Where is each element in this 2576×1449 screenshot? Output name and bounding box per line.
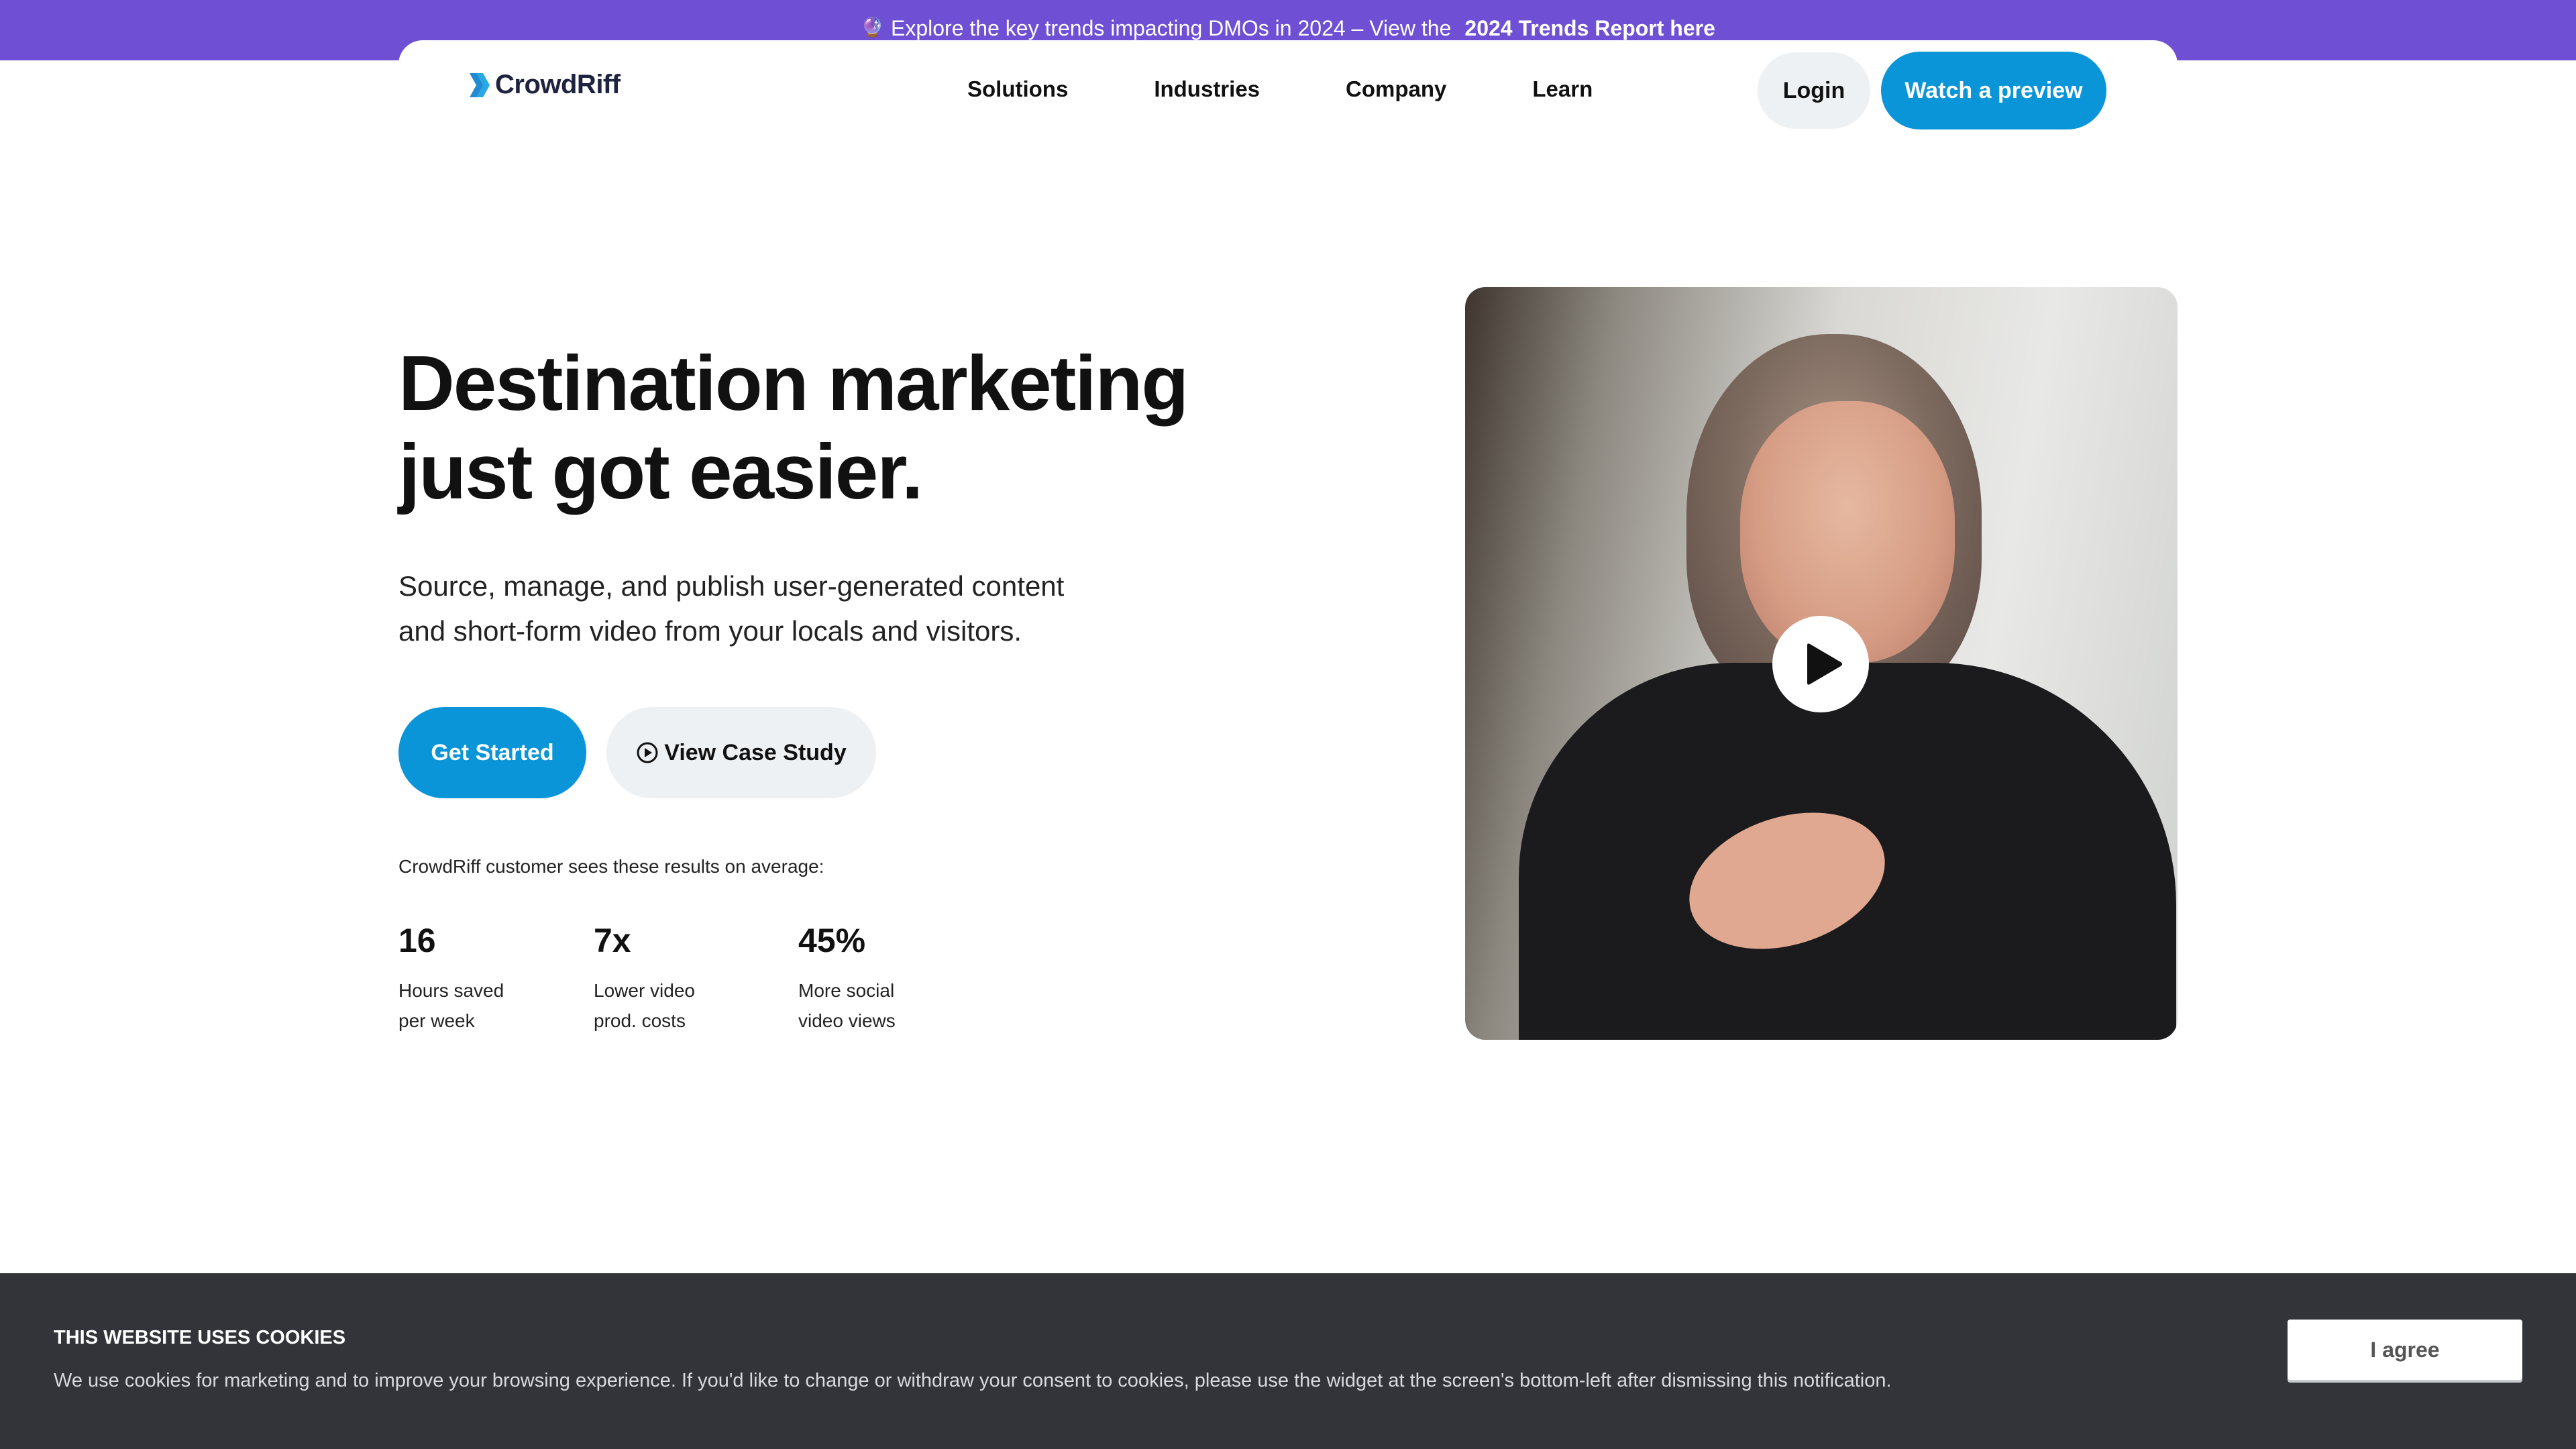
hero-title-line1: Destination marketing — [398, 339, 1189, 427]
stat-label-line1: Hours saved — [398, 980, 504, 1001]
nav-learn[interactable]: Learn — [1532, 76, 1593, 102]
cookie-agree-button[interactable]: I agree — [2288, 1320, 2522, 1380]
stat-label: Lower video prod. costs — [594, 975, 728, 1036]
logo[interactable]: CrowdRiff — [468, 70, 621, 100]
watch-preview-button[interactable]: Watch a preview — [1881, 52, 2106, 129]
crowdriff-logo-icon — [470, 72, 490, 97]
stat-label-line1: Lower video — [594, 980, 695, 1001]
stat-video-costs: 7x Lower video prod. costs — [594, 920, 728, 1036]
logo-text: CrowdRiff — [495, 70, 621, 99]
stat-label: More social video views — [798, 975, 932, 1036]
nav-industries[interactable]: Industries — [1154, 76, 1260, 102]
stat-hours-saved: 16 Hours saved per week — [398, 920, 533, 1036]
stat-value: 16 — [398, 922, 436, 959]
stat-label-line2: prod. costs — [594, 1010, 686, 1031]
hero-video[interactable] — [1465, 287, 2178, 1040]
stat-social-views: 45% More social video views — [798, 920, 932, 1036]
nav-company[interactable]: Company — [1346, 76, 1446, 102]
navbar: CrowdRiff Solutions Industries Company L… — [398, 40, 2178, 141]
hero-title-line2: just got easier. — [398, 428, 923, 515]
stat-value: 45% — [798, 922, 866, 959]
stat-label: Hours saved per week — [398, 975, 533, 1036]
main-nav: Solutions Industries Company Learn — [967, 76, 1678, 102]
hero-subtitle: Source, manage, and publish user-generat… — [398, 564, 1203, 653]
stat-label-line1: More social — [798, 980, 895, 1001]
trends-report-link[interactable]: 2024 Trends Report here — [1464, 16, 1715, 41]
hero-subtitle-line1: Source, manage, and publish user-generat… — [398, 570, 1065, 602]
cookie-banner: THIS WEBSITE USES COOKIES We use cookies… — [0, 1273, 2576, 1449]
hero-title: Destination marketing just got easier. — [398, 339, 1338, 516]
results-intro: CrowdRiff customer sees these results on… — [398, 856, 824, 877]
cookie-title: THIS WEBSITE USES COOKIES — [54, 1327, 346, 1348]
cookie-body: We use cookies for marketing and to impr… — [54, 1370, 1892, 1391]
stat-label-line2: per week — [398, 1010, 475, 1031]
get-started-button[interactable]: Get Started — [398, 707, 586, 798]
play-icon — [1807, 643, 1842, 685]
video-play-button[interactable] — [1772, 616, 1869, 712]
announcement-text: Explore the key trends impacting DMOs in… — [891, 16, 1452, 40]
play-circle-icon — [637, 742, 658, 763]
stat-value: 7x — [594, 922, 631, 959]
view-case-study-button[interactable]: View Case Study — [606, 707, 876, 798]
stat-label-line2: video views — [798, 1010, 896, 1031]
hero-subtitle-line2: and short-form video from your locals an… — [398, 615, 1022, 647]
case-study-label: View Case Study — [664, 739, 847, 765]
crystal-ball-icon: 🔮 — [861, 17, 884, 38]
login-button[interactable]: Login — [1758, 52, 1870, 129]
nav-solutions[interactable]: Solutions — [967, 76, 1068, 102]
